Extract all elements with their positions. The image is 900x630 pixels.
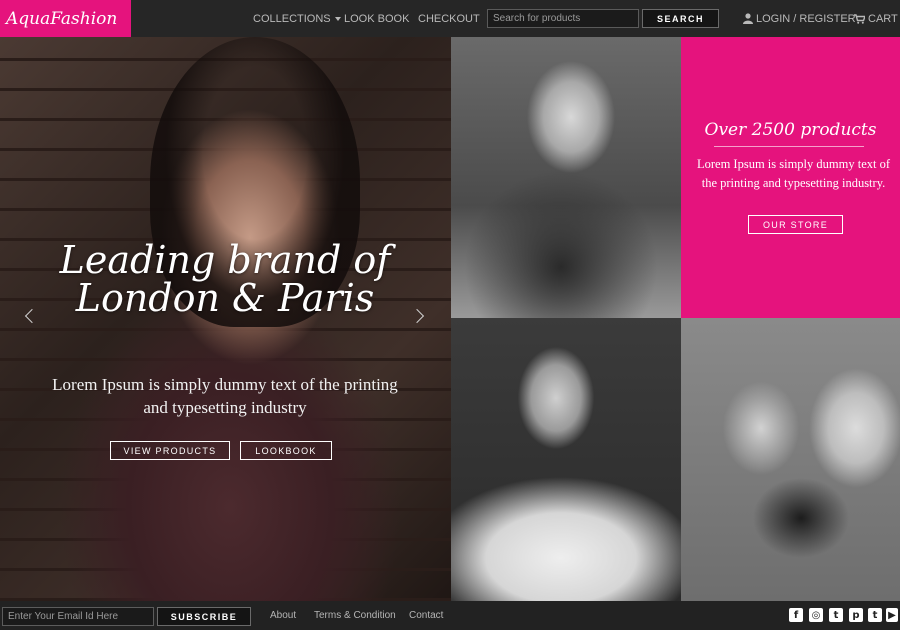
tumblr-icon[interactable]: t [868,608,882,622]
youtube-icon[interactable]: ▶ [886,608,898,622]
slider-prev-arrow-icon[interactable] [24,308,40,324]
twitter-icon[interactable]: t [829,608,843,622]
promo-text: Lorem Ipsum is simply dummy text of the … [696,157,891,190]
hero-subtitle: Lorem Ipsum is simply dummy text of the … [52,375,398,417]
nav-checkout[interactable]: CHECKOUT [418,0,480,37]
search-button[interactable]: SEARCH [642,9,719,28]
chevron-down-icon [334,16,341,21]
view-products-button[interactable]: VIEW PRODUCTS [110,441,230,460]
promo-tile: Over 2500 products Lorem Ipsum is simply… [681,37,900,318]
slider-next-arrow-icon[interactable] [409,308,425,324]
nav-login[interactable]: LOGIN / REGISTER [743,0,856,37]
our-store-button[interactable]: OUR STORE [748,215,843,234]
photo-tile-young-man[interactable] [451,318,681,601]
nav-lookbook[interactable]: LOOK BOOK [344,0,409,37]
cart-icon [854,13,865,24]
promo-divider [714,146,864,147]
user-icon [743,13,753,24]
facebook-icon[interactable]: f [789,608,803,622]
email-input[interactable] [2,607,154,626]
photo-tile-woman-hat[interactable] [451,37,681,318]
instagram-icon[interactable]: ◎ [809,608,823,622]
subscribe-button[interactable]: SUBSCRIBE [157,607,251,626]
search-input[interactable] [487,9,639,28]
footer-bar: SUBSCRIBE About Terms & Condition Contac… [0,601,900,630]
nav-collections[interactable]: COLLECTIONS [253,0,341,37]
nav-collections-label: COLLECTIONS [253,12,331,25]
nav-checkout-label: CHECKOUT [418,12,480,25]
photo-tile-couple-camera[interactable] [681,318,900,601]
hero-title: Leading brand of London & Paris [59,238,391,320]
promo-title: Over 2500 products [704,120,877,140]
logo-text: AquaFashion [6,8,118,29]
hero-slider: Leading brand of London & Paris Lorem Ip… [0,37,451,601]
brand-logo[interactable]: AquaFashion [0,0,131,37]
nav-cart[interactable]: CART [854,0,900,37]
footer-link-terms[interactable]: Terms & Condition [314,610,396,621]
top-navbar: AquaFashion COLLECTIONS LOOK BOOK CHECKO… [0,0,900,37]
nav-lookbook-label: LOOK BOOK [344,12,410,25]
lookbook-button[interactable]: LOOKBOOK [240,441,332,460]
nav-cart-label: CART [868,12,898,25]
nav-login-label: LOGIN / REGISTER [756,12,856,25]
pinterest-icon[interactable]: p [849,608,863,622]
footer-link-about[interactable]: About [270,610,296,621]
footer-link-contact[interactable]: Contact [409,610,443,621]
